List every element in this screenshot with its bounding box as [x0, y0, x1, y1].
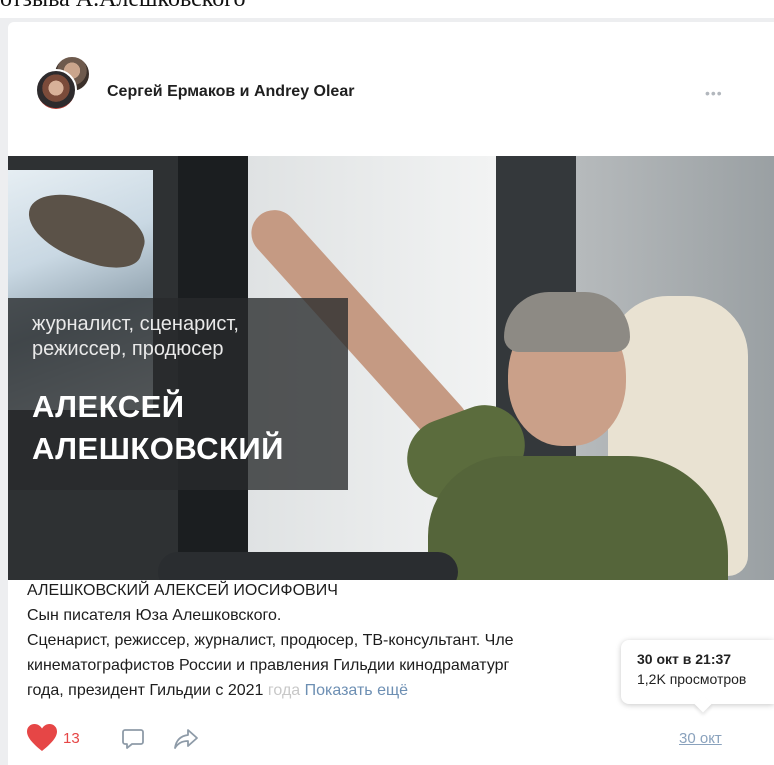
- caption-role-line: журналист, сценарист,: [32, 313, 239, 335]
- post-date-link[interactable]: 30 окт: [679, 730, 722, 747]
- show-more-link[interactable]: Показать ещё: [300, 682, 408, 699]
- share-icon[interactable]: [173, 728, 199, 750]
- post-text-faded: года: [267, 682, 301, 699]
- image-caption-box: журналист, сценарист, режиссер, продюсер…: [8, 298, 348, 490]
- ellipsis-icon[interactable]: •••: [705, 85, 723, 101]
- caption-name-line: АЛЕШКОВСКИЙ: [32, 431, 284, 466]
- caption-role-line: режиссер, продюсер: [32, 338, 224, 360]
- avatar[interactable]: [35, 69, 77, 111]
- post-author[interactable]: Сергей Ермаков и Andrey Olear: [107, 83, 354, 101]
- post-text-line: года, президент Гильдии с 2021 года Пока…: [27, 678, 627, 703]
- photo-person-legs: [158, 552, 458, 580]
- tooltip-views: 1,2K просмотров: [637, 671, 747, 687]
- photo-painting-subject: [19, 182, 153, 278]
- like-button[interactable]: 13: [27, 724, 80, 752]
- tooltip-date-time: 30 окт в 21:37: [637, 651, 732, 667]
- post-text-fragment: года, президент Гильдии с 2021: [27, 682, 268, 699]
- like-count: 13: [63, 729, 80, 747]
- caption-name-line: АЛЕКСЕЙ: [32, 389, 185, 424]
- post-image[interactable]: журналист, сценарист, режиссер, продюсер…: [8, 156, 774, 580]
- post-footer: 13 30 окт: [27, 724, 747, 758]
- image-caption-role: журналист, сценарист, режиссер, продюсер: [32, 312, 342, 362]
- comment-icon[interactable]: [121, 728, 145, 750]
- post-header: Сергей Ермаков и Andrey Olear •••: [35, 55, 735, 111]
- post-text-line: Сын писателя Юза Алешковского.: [27, 607, 282, 624]
- top-cut-text: отзыва А.Алешковского: [0, 0, 245, 13]
- avatar-stack[interactable]: [35, 55, 95, 111]
- post-text-line: кинематографистов России и правления Гил…: [27, 657, 510, 674]
- image-caption-name: АЛЕКСЕЙ АЛЕШКОВСКИЙ: [32, 386, 342, 470]
- post-text-line: Сценарист, режиссер, журналист, продюсер…: [27, 632, 514, 649]
- date-tooltip: 30 окт в 21:37 1,2K просмотров: [621, 640, 774, 704]
- heart-icon: [27, 724, 57, 751]
- photo-person-body: [428, 456, 728, 580]
- post-text-line: АЛЕШКОВСКИЙ АЛЕКСЕЙ ИОСИФОВИЧ: [27, 582, 338, 599]
- post-text: АЛЕШКОВСКИЙ АЛЕКСЕЙ ИОСИФОВИЧ Сын писате…: [27, 578, 627, 703]
- photo-person-hair: [504, 292, 630, 352]
